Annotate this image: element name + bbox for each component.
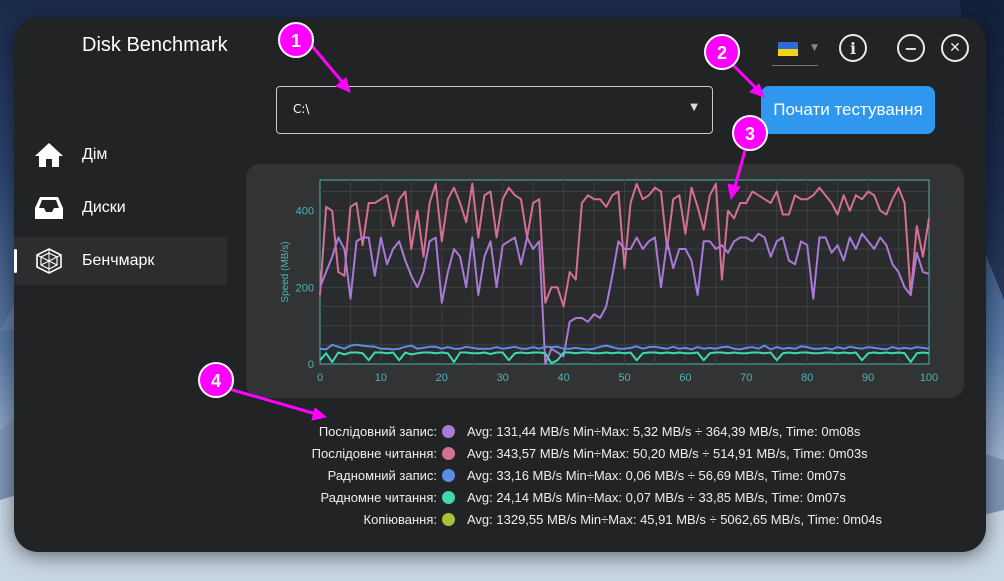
info-icon: i xyxy=(849,38,857,58)
rand-read-dot xyxy=(442,490,455,504)
stat-text: Avg: 1329,55 MB/s Min÷Max: 45,91 MB/s ÷ … xyxy=(467,511,883,527)
chevron-down-icon: ▼ xyxy=(690,102,698,113)
seq-write-dot xyxy=(442,424,455,438)
rand-write-dot xyxy=(442,468,455,482)
x-tick-label: 40 xyxy=(557,372,569,384)
stat-label: Радномний запис: xyxy=(327,467,437,483)
x-tick-label: 50 xyxy=(618,372,630,384)
x-tick-label: 60 xyxy=(679,372,691,384)
benchmark-icon xyxy=(36,248,62,274)
sidebar-item-benchmark[interactable]: Бенчмарк xyxy=(14,237,227,285)
x-tick-label: 90 xyxy=(862,372,874,384)
drive-select[interactable]: C:\ ▼ xyxy=(276,86,713,134)
y-tick-label: 200 xyxy=(296,282,314,294)
x-tick-label: 10 xyxy=(375,372,387,384)
minimize-button[interactable]: − xyxy=(897,34,925,62)
sidebar-item-label: Дім xyxy=(82,146,108,163)
ukraine-flag-icon[interactable] xyxy=(778,42,798,56)
info-button[interactable]: i xyxy=(839,34,867,62)
stat-row-rand-write: Радномний запис: Avg: 33,16 MB/s Min÷Max… xyxy=(214,464,934,486)
start-test-button[interactable]: Почати тестування xyxy=(761,86,935,134)
stat-text: Avg: 24,14 MB/s Min÷Max: 0,07 MB/s ÷ 33,… xyxy=(467,489,846,505)
stat-label: Послідовний запис: xyxy=(318,423,437,439)
drive-select-value: C:\ xyxy=(293,102,310,116)
copy-dot xyxy=(442,512,455,526)
sidebar-item-home[interactable]: Дім xyxy=(14,131,227,179)
chart-panel: 0 10 20 30 40 50 60 70 80 90 100 0 200 400 Speed (MB/s… xyxy=(246,164,964,398)
stat-text: Avg: 343,57 MB/s Min÷Max: 50,20 MB/s ÷ 5… xyxy=(467,445,868,461)
stat-row-copy: Копіювання: Avg: 1329,55 MB/s Min÷Max: 4… xyxy=(214,508,934,530)
sidebar-item-disks[interactable]: Диски xyxy=(14,184,227,232)
stat-row-seq-write: Послідовний запис: Avg: 131,44 MB/s Min÷… xyxy=(214,420,934,442)
x-tick-label: 30 xyxy=(497,372,509,384)
stat-row-rand-read: Радномне читання: Avg: 24,14 MB/s Min÷Ma… xyxy=(214,486,934,508)
stat-text: Avg: 33,16 MB/s Min÷Max: 0,06 MB/s ÷ 56,… xyxy=(467,467,846,483)
x-tick-label: 80 xyxy=(801,372,813,384)
x-tick-label: 70 xyxy=(740,372,752,384)
close-icon: ✕ xyxy=(949,40,961,56)
sidebar-item-label: Бенчмарк xyxy=(82,252,155,269)
x-tick-label: 0 xyxy=(317,372,323,384)
close-button[interactable]: ✕ xyxy=(941,34,969,62)
speed-chart: 0 10 20 30 40 50 60 70 80 90 100 0 200 400 Speed (MB/s… xyxy=(280,179,938,384)
inbox-tray-icon xyxy=(35,197,63,219)
app-window: Disk Benchmark ▼ i − ✕ Дім Диски Бенчмар… xyxy=(14,18,986,552)
stat-label: Послідовне читання: xyxy=(311,445,437,461)
y-tick-label: 0 xyxy=(308,359,314,371)
language-selector-underline xyxy=(772,65,818,66)
y-axis-label: Speed (MB/s) xyxy=(280,241,291,302)
stat-row-seq-read: Послідовне читання: Avg: 343,57 MB/s Min… xyxy=(214,442,934,464)
sidebar-item-label: Диски xyxy=(82,199,126,216)
stat-label: Копіювання: xyxy=(363,511,437,527)
y-tick-label: 400 xyxy=(296,206,314,218)
x-tick-label: 20 xyxy=(436,372,448,384)
home-icon xyxy=(35,143,63,167)
minimize-icon: − xyxy=(904,38,918,58)
app-title: Disk Benchmark xyxy=(82,34,228,56)
language-dropdown-arrow-icon[interactable]: ▼ xyxy=(811,43,818,53)
seq-read-dot xyxy=(442,446,455,460)
stat-label: Радномне читання: xyxy=(320,489,437,505)
stat-text: Avg: 131,44 MB/s Min÷Max: 5,32 MB/s ÷ 36… xyxy=(467,423,861,439)
x-tick-label: 100 xyxy=(920,372,938,384)
